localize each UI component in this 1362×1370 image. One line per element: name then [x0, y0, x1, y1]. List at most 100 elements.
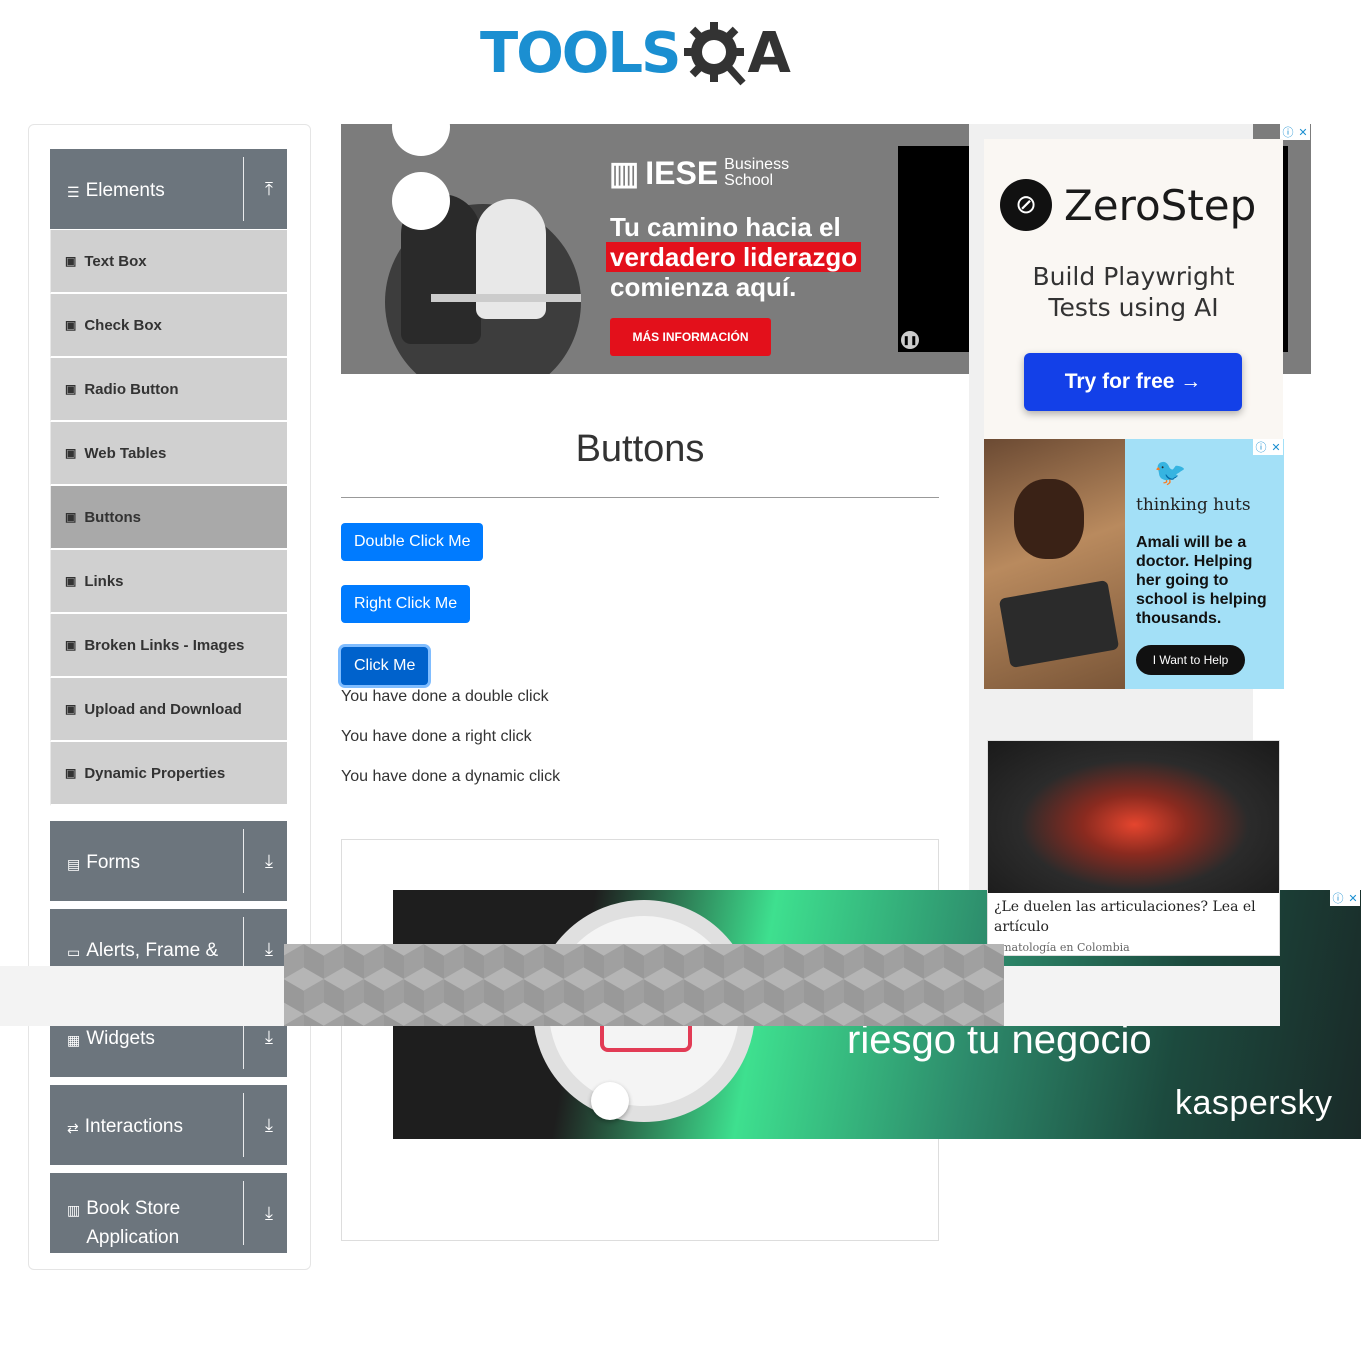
info-icon[interactable]: ⓘ: [1282, 124, 1293, 140]
ad-dial-knob: [591, 1082, 629, 1120]
group-label: Forms: [86, 852, 141, 873]
download-arrow-icon[interactable]: ⤓: [260, 1203, 278, 1224]
want-to-help-button[interactable]: I Want to Help: [1136, 645, 1245, 675]
ad-photo-slate: [998, 579, 1120, 669]
thinking-huts-ad[interactable]: 🐦 thinking huts Amali will be a doctor. …: [984, 439, 1284, 689]
left-sidebar: ☰ Elements ⤒ ▣ Text Box ▣ Check Box ▣ Radio …: [28, 124, 311, 1270]
ad-tagline: Build Playwright Tests using AI: [984, 261, 1283, 323]
expand-up-icon[interactable]: ⤒: [260, 179, 278, 200]
ad-close-control[interactable]: ⓘ ✕: [1330, 890, 1360, 906]
menu-item-check-box[interactable]: ▣ Check Box: [50, 294, 287, 358]
menu-item-label: Radio Button: [84, 380, 179, 398]
ad-brand: IESE: [645, 154, 719, 191]
group-header-book-store[interactable]: ▥ Book Store Application ⤓: [50, 1173, 287, 1253]
ad-brand-sub: School: [724, 172, 774, 189]
group-header-elements[interactable]: ☰ Elements ⤒: [50, 149, 287, 229]
divider: [243, 829, 244, 893]
menu-item-upload-download[interactable]: ▣ Upload and Download: [50, 678, 287, 742]
pause-icon[interactable]: ❚❚: [901, 331, 919, 349]
close-icon[interactable]: ✕: [1348, 892, 1357, 905]
ad-decor-dot: [392, 124, 450, 156]
click-me-button[interactable]: Click Me: [341, 647, 429, 685]
kaspersky-logo: kaspersky: [1175, 1084, 1333, 1122]
html5-icon: ▣: [65, 766, 77, 780]
form-icon: ▤: [67, 856, 81, 872]
group-label: Elements: [85, 180, 165, 201]
html5-icon: ▣: [65, 446, 77, 460]
menu-item-web-tables[interactable]: ▣ Web Tables: [50, 422, 287, 486]
group-header-interactions[interactable]: ⇄ Interactions ⤓: [50, 1085, 287, 1165]
ad-close-control[interactable]: ⓘ ✕: [1280, 124, 1310, 140]
group-label: Alerts, Frame &: [86, 940, 219, 961]
overlay-pattern: [284, 944, 1004, 1026]
download-arrow-icon[interactable]: ⤓: [260, 851, 278, 872]
group-label: Interactions: [84, 1116, 183, 1137]
zerostep-logo: ⊘ ZeroStep: [1000, 179, 1256, 231]
menu-item-label: Text Box: [84, 252, 147, 270]
close-icon[interactable]: ✕: [1271, 441, 1280, 454]
html5-icon: ▣: [65, 638, 77, 652]
close-icon[interactable]: ✕: [1298, 126, 1307, 139]
elements-menu: ▣ Text Box ▣ Check Box ▣ Radio Button ▣ Web …: [50, 230, 287, 806]
gear-icon: [681, 19, 751, 89]
zerostep-icon: ⊘: [1000, 179, 1052, 231]
widgets-icon: ▦: [67, 1032, 81, 1048]
ad-tagline-line: Build Playwright: [1032, 262, 1235, 291]
try-for-free-button[interactable]: Try for free →: [1024, 353, 1242, 411]
menu-item-text-box[interactable]: ▣ Text Box: [50, 230, 287, 294]
dynamic-click-message: You have done a dynamic click: [341, 768, 561, 785]
ad-tagline-line: Tests using AI: [1048, 293, 1219, 322]
ad-headline: Tu camino hacia el verdadero liderazgo c…: [606, 212, 862, 302]
bird-icon: 🐦: [1154, 457, 1187, 487]
ad-caption: ¿Le duelen las articulaciones? Lea el ar…: [994, 899, 1256, 935]
ad-brand: ZeroStep: [1064, 180, 1257, 230]
logo-suffix: A: [747, 21, 791, 86]
download-arrow-icon[interactable]: ⤓: [260, 1115, 278, 1136]
ad-photo: [988, 741, 1279, 893]
toolsqa-logo[interactable]: TOOLS A: [480, 16, 791, 92]
double-click-button[interactable]: Double Click Me: [341, 523, 484, 561]
info-icon[interactable]: ⓘ: [1332, 890, 1343, 906]
download-arrow-icon[interactable]: ⤓: [260, 1027, 278, 1048]
interactions-icon: ⇄: [67, 1120, 79, 1136]
zerostep-ad[interactable]: ⊘ ZeroStep Build Playwright Tests using …: [984, 139, 1283, 439]
menu-item-broken-links[interactable]: ▣ Broken Links - Images: [50, 614, 287, 678]
ad-brand: thinking huts: [1136, 495, 1251, 515]
menu-item-label: Check Box: [84, 316, 162, 334]
iese-logo: ▥ IESE Business School: [609, 154, 789, 192]
menu-item-label: Links: [84, 572, 124, 590]
ad-close-control[interactable]: ⓘ ✕: [1253, 439, 1283, 455]
divider: [243, 1093, 244, 1157]
ad-copy: Amali will be a doctor. Helping her goin…: [1136, 534, 1267, 627]
html5-icon: ▣: [65, 574, 77, 588]
html5-icon: ▣: [65, 702, 77, 716]
divider: [243, 1181, 244, 1245]
html5-icon: ▣: [65, 318, 77, 332]
joint-pain-ad[interactable]: ¿Le duelen las articulaciones? Lea el ar…: [987, 740, 1280, 956]
menu-item-dynamic-properties[interactable]: ▣ Dynamic Properties: [50, 742, 287, 806]
ad-photo-face: [1014, 479, 1084, 559]
group-label: Book Store Application: [86, 1198, 181, 1248]
menu-item-radio-button[interactable]: ▣ Radio Button: [50, 358, 287, 422]
info-icon[interactable]: ⓘ: [1255, 439, 1266, 455]
menu-item-label: Broken Links - Images: [84, 636, 245, 654]
menu-item-buttons[interactable]: ▣ Buttons: [50, 486, 287, 550]
right-click-button[interactable]: Right Click Me: [341, 585, 471, 623]
school-icon: ▥: [609, 155, 640, 191]
group-header-forms[interactable]: ▤ Forms ⤓: [50, 821, 287, 901]
title-divider: [341, 497, 939, 498]
menu-item-label: Dynamic Properties: [84, 764, 226, 782]
divider: [243, 157, 244, 221]
download-arrow-icon[interactable]: ⤓: [260, 939, 278, 960]
ad-headline-line: comienza aquí.: [610, 272, 797, 302]
ad-cta-button[interactable]: MÁS INFORMACIÓN: [610, 318, 771, 356]
double-click-message: You have done a double click: [341, 688, 549, 705]
ad-headline-line: Tu camino hacia el: [610, 212, 841, 242]
ad-source: umatología en Colombia: [994, 941, 1130, 954]
group-label: Widgets: [86, 1028, 155, 1049]
ad-brand-sub: Business: [724, 156, 790, 173]
menu-item-links[interactable]: ▣ Links: [50, 550, 287, 614]
ad-headline-line: verdadero liderazgo: [606, 242, 862, 272]
logo-text: TOOLS: [480, 21, 681, 86]
page-title: Buttons: [575, 428, 705, 470]
